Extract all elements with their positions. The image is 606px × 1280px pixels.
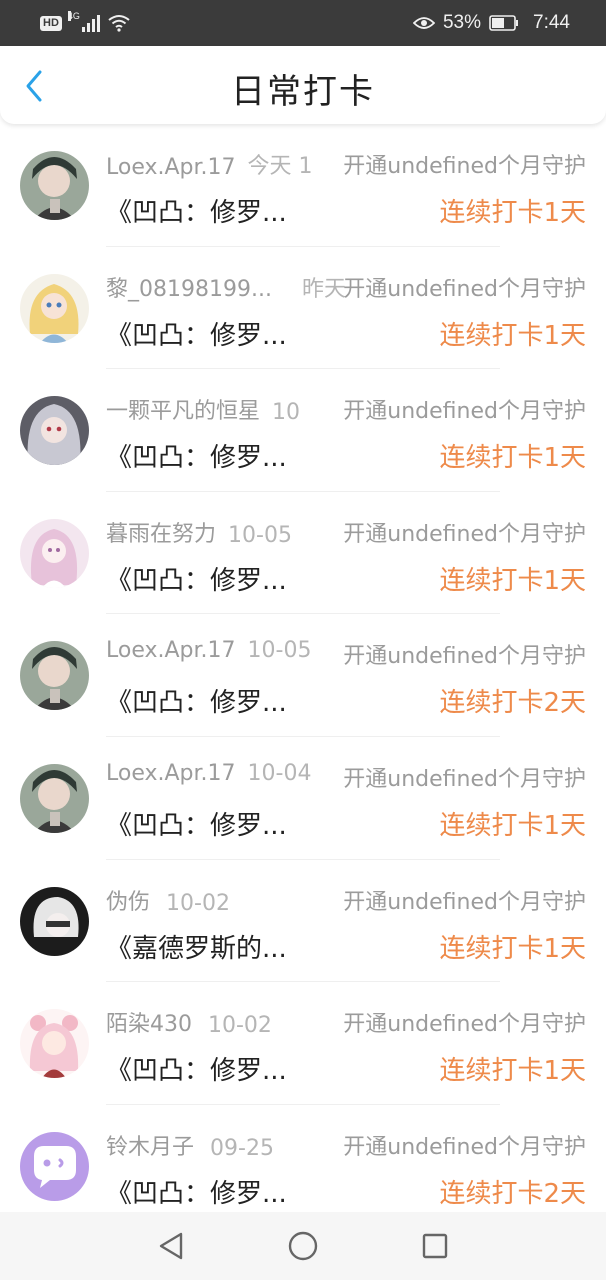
list-item[interactable]: Loex.Apr.17 今天 1 开通undefined个月守护 《凹凸：修罗..…	[0, 124, 606, 247]
username[interactable]: 暮雨在努力	[106, 516, 216, 548]
streak-text: 连续打卡1天	[439, 565, 586, 596]
book-title[interactable]: 《凹凸：修罗...	[106, 682, 287, 719]
book-title[interactable]: 《凹凸：修罗...	[106, 805, 287, 842]
nav-recents-button[interactable]	[417, 1228, 453, 1264]
username[interactable]: 黎_08198199...	[106, 271, 272, 303]
streak-text: 连续打卡1天	[439, 198, 586, 228]
streak-text: 连续打卡1天	[439, 810, 586, 841]
checkin-date: 今天 1	[247, 154, 313, 179]
item-meta: Loex.Apr.17 10-04	[106, 761, 311, 786]
avatar-pink-bear[interactable]	[20, 1009, 89, 1079]
guard-text: 开通undefined个月守护	[343, 276, 586, 302]
guard-text: 开通undefined个月守护	[343, 889, 586, 915]
list-item[interactable]: 伪伤 10-02 开通undefined个月守护 《嘉德罗斯的... 连续打卡1天	[0, 860, 606, 983]
streak-text: 连续打卡1天	[439, 320, 586, 351]
system-nav-bar	[0, 1212, 606, 1280]
streak-text: 连续打卡1天	[439, 933, 586, 964]
item-meta: 陌染430 10-02	[106, 1006, 272, 1038]
nav-back-icon	[159, 1232, 183, 1260]
network-type-label: 4G	[67, 11, 80, 21]
checkin-date: 10-05	[228, 522, 292, 548]
checkin-date: 10-02	[166, 890, 230, 916]
page-title: 日常打卡	[231, 72, 375, 112]
username[interactable]: 陌染430	[106, 1006, 192, 1038]
guard-text: 开通undefined个月守护	[343, 154, 586, 179]
status-right: 53% 7:44	[412, 12, 570, 34]
item-meta: 铃木月子 09-25	[106, 1129, 274, 1161]
checkin-list[interactable]: Loex.Apr.17 今天 1 开通undefined个月守护 《凹凸：修罗..…	[0, 124, 606, 1227]
nav-home-button[interactable]	[285, 1228, 321, 1264]
username[interactable]: 一颗平凡的恒星	[106, 393, 260, 425]
list-item[interactable]: Loex.Apr.17 10-05 开通undefined个月守护 《凹凸：修罗.…	[0, 614, 606, 737]
book-title[interactable]: 《凹凸：修罗...	[106, 560, 287, 597]
checkin-date: 10-02	[208, 1013, 272, 1039]
nav-recents-icon	[422, 1233, 448, 1259]
streak-text: 连续打卡2天	[439, 1178, 586, 1209]
username[interactable]: 铃木月子	[106, 1129, 194, 1161]
item-meta: 一颗平凡的恒星 10	[106, 393, 300, 425]
book-title[interactable]: 《嘉德罗斯的...	[106, 928, 287, 965]
item-meta: Loex.Apr.17 10-05	[106, 638, 311, 663]
username[interactable]: Loex.Apr.17	[106, 761, 236, 786]
nav-home-icon	[288, 1231, 318, 1261]
avatar-dark-hair[interactable]	[20, 763, 89, 833]
item-meta: 黎_08198199... 昨天	[106, 271, 346, 303]
avatar-silver-hair[interactable]	[20, 396, 89, 466]
avatar-white-hair[interactable]	[20, 886, 89, 956]
battery-icon	[489, 15, 519, 31]
guard-text: 开通undefined个月守护	[343, 521, 586, 547]
list-item[interactable]: 一颗平凡的恒星 10 开通undefined个月守护 《凹凸：修罗... 连续打卡…	[0, 369, 606, 492]
guard-text: 开通undefined个月守护	[343, 399, 586, 425]
streak-text: 连续打卡2天	[439, 688, 586, 719]
avatar-dark-hair[interactable]	[20, 151, 89, 220]
clock: 7:44	[533, 12, 570, 33]
list-item[interactable]: 陌染430 10-02 开通undefined个月守护 《凹凸：修罗... 连续打…	[0, 982, 606, 1105]
checkin-date: 09-25	[210, 1135, 274, 1161]
status-left: HD 4G	[40, 11, 130, 32]
item-meta: 伪伤 10-02	[106, 884, 230, 916]
list-item[interactable]: 暮雨在努力 10-05 开通undefined个月守护 《凹凸：修罗... 连续打…	[0, 492, 606, 615]
nav-back-button[interactable]	[153, 1228, 189, 1264]
wifi-icon	[108, 15, 130, 32]
hd-badge: HD	[40, 15, 62, 31]
avatar-dark-hair[interactable]	[20, 641, 89, 711]
guard-text: 开通undefined个月守护	[343, 1012, 586, 1038]
avatar-blonde[interactable]	[20, 273, 89, 343]
guard-text: 开通undefined个月守护	[343, 766, 586, 792]
item-meta: Loex.Apr.17 今天 1	[106, 148, 313, 180]
app-header: 日常打卡	[0, 46, 606, 124]
book-title[interactable]: 《凹凸：修罗...	[106, 315, 287, 352]
username[interactable]: Loex.Apr.17	[106, 155, 236, 180]
checkin-date: 10-04	[247, 760, 312, 786]
signal-icon: 4G	[67, 11, 100, 32]
checkin-date: 10	[272, 400, 301, 426]
checkin-date: 昨天	[301, 276, 346, 302]
battery-percent: 53%	[442, 12, 482, 33]
book-title[interactable]: 《凹凸：修罗...	[106, 1050, 287, 1087]
book-title[interactable]: 《凹凸：修罗...	[106, 192, 287, 229]
guard-text: 开通undefined个月守护	[343, 1134, 586, 1160]
checkin-date: 10-05	[247, 638, 312, 664]
username[interactable]: 伪伤	[106, 884, 150, 916]
book-title[interactable]: 《凹凸：修罗...	[106, 437, 287, 474]
username[interactable]: Loex.Apr.17	[106, 638, 236, 663]
book-title[interactable]: 《凹凸：修罗...	[106, 1173, 287, 1210]
streak-text: 连续打卡1天	[439, 1056, 586, 1087]
list-item[interactable]: 铃木月子 09-25 开通undefined个月守护 《凹凸：修罗... 连续打卡…	[0, 1105, 606, 1228]
list-item[interactable]: Loex.Apr.17 10-04 开通undefined个月守护 《凹凸：修罗.…	[0, 737, 606, 860]
guard-text: 开通undefined个月守护	[343, 644, 586, 670]
list-item[interactable]: 黎_08198199... 昨天 开通undefined个月守护 《凹凸：修罗..…	[0, 247, 606, 370]
status-bar: HD 4G 53% 7:44	[0, 0, 606, 46]
item-meta: 暮雨在努力 10-05	[106, 516, 292, 548]
avatar-pink-hair[interactable]	[20, 518, 89, 588]
streak-text: 连续打卡1天	[439, 443, 586, 474]
eye-comfort-icon	[412, 17, 435, 29]
avatar-default-chat[interactable]	[20, 1131, 89, 1201]
